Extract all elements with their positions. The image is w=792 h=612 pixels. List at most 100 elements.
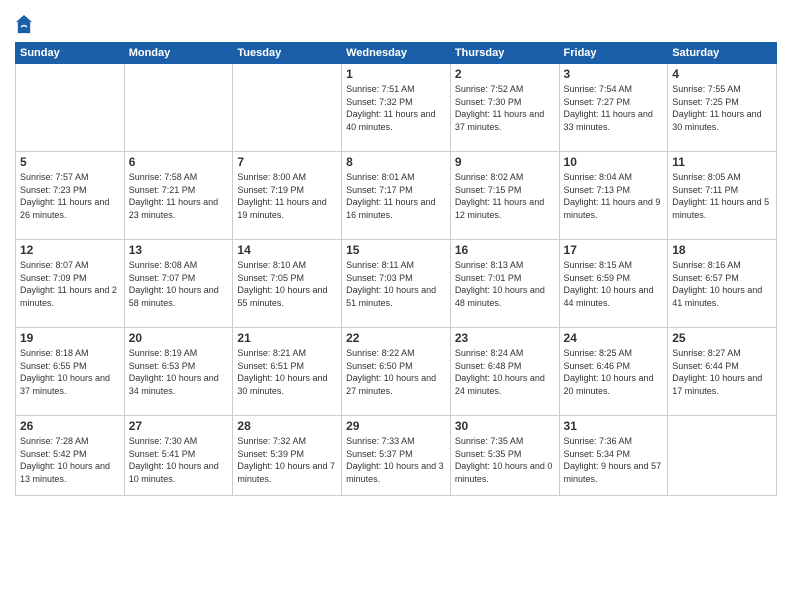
- calendar-cell: 26 Sunrise: 7:28 AM Sunset: 5:42 PM Dayli…: [16, 416, 125, 496]
- weekday-header: Friday: [559, 43, 668, 64]
- day-number: 2: [455, 67, 555, 81]
- day-info: Sunrise: 7:35 AM Sunset: 5:35 PM Dayligh…: [455, 435, 555, 485]
- calendar-cell: [124, 64, 233, 152]
- calendar-cell: 16 Sunrise: 8:13 AM Sunset: 7:01 PM Dayli…: [450, 240, 559, 328]
- day-info: Sunrise: 7:58 AM Sunset: 7:21 PM Dayligh…: [129, 171, 229, 221]
- calendar-cell: 18 Sunrise: 8:16 AM Sunset: 6:57 PM Dayli…: [668, 240, 777, 328]
- day-info: Sunrise: 7:33 AM Sunset: 5:37 PM Dayligh…: [346, 435, 446, 485]
- day-number: 3: [564, 67, 664, 81]
- weekday-header: Thursday: [450, 43, 559, 64]
- weekday-header: Wednesday: [342, 43, 451, 64]
- calendar-cell: 30 Sunrise: 7:35 AM Sunset: 5:35 PM Dayli…: [450, 416, 559, 496]
- day-number: 14: [237, 243, 337, 257]
- day-number: 6: [129, 155, 229, 169]
- calendar-cell: 23Sunrise: 8:24 AM Sunset: 6:48 PM Dayli…: [450, 328, 559, 416]
- day-info: Sunrise: 7:54 AM Sunset: 7:27 PM Dayligh…: [564, 83, 664, 133]
- day-info: Sunrise: 8:27 AM Sunset: 6:44 PM Dayligh…: [672, 347, 772, 397]
- calendar-cell: 1Sunrise: 7:51 AM Sunset: 7:32 PM Daylig…: [342, 64, 451, 152]
- calendar-cell: 8 Sunrise: 8:01 AM Sunset: 7:17 PM Daylig…: [342, 152, 451, 240]
- day-number: 5: [20, 155, 120, 169]
- calendar-week-row: 5 Sunrise: 7:57 AM Sunset: 7:23 PM Daylig…: [16, 152, 777, 240]
- day-number: 7: [237, 155, 337, 169]
- day-number: 11: [672, 155, 772, 169]
- day-info: Sunrise: 8:02 AM Sunset: 7:15 PM Dayligh…: [455, 171, 555, 221]
- calendar-cell: 29 Sunrise: 7:33 AM Sunset: 5:37 PM Dayli…: [342, 416, 451, 496]
- day-number: 30: [455, 419, 555, 433]
- calendar-cell: 20 Sunrise: 8:19 AM Sunset: 6:53 PM Dayli…: [124, 328, 233, 416]
- day-info: Sunrise: 7:30 AM Sunset: 5:41 PM Dayligh…: [129, 435, 229, 485]
- day-number: 17: [564, 243, 664, 257]
- page: SundayMondayTuesdayWednesdayThursdayFrid…: [0, 0, 792, 612]
- calendar-week-row: 26 Sunrise: 7:28 AM Sunset: 5:42 PM Dayli…: [16, 416, 777, 496]
- calendar-week-row: 1Sunrise: 7:51 AM Sunset: 7:32 PM Daylig…: [16, 64, 777, 152]
- calendar-cell: 22 Sunrise: 8:22 AM Sunset: 6:50 PM Dayli…: [342, 328, 451, 416]
- day-info: Sunrise: 8:13 AM Sunset: 7:01 PM Dayligh…: [455, 259, 555, 309]
- day-info: Sunrise: 8:04 AM Sunset: 7:13 PM Dayligh…: [564, 171, 664, 221]
- day-info: Sunrise: 8:08 AM Sunset: 7:07 PM Dayligh…: [129, 259, 229, 309]
- calendar-cell: 19Sunrise: 8:18 AM Sunset: 6:55 PM Dayli…: [16, 328, 125, 416]
- day-number: 23: [455, 331, 555, 345]
- day-number: 18: [672, 243, 772, 257]
- calendar-cell: 13 Sunrise: 8:08 AM Sunset: 7:07 PM Dayli…: [124, 240, 233, 328]
- day-info: Sunrise: 8:25 AM Sunset: 6:46 PM Dayligh…: [564, 347, 664, 397]
- calendar-week-row: 19Sunrise: 8:18 AM Sunset: 6:55 PM Dayli…: [16, 328, 777, 416]
- calendar-cell: 9 Sunrise: 8:02 AM Sunset: 7:15 PM Daylig…: [450, 152, 559, 240]
- day-info: Sunrise: 7:55 AM Sunset: 7:25 PM Dayligh…: [672, 83, 772, 133]
- day-number: 9: [455, 155, 555, 169]
- calendar-cell: [16, 64, 125, 152]
- day-info: Sunrise: 8:00 AM Sunset: 7:19 PM Dayligh…: [237, 171, 337, 221]
- weekday-header: Monday: [124, 43, 233, 64]
- day-number: 29: [346, 419, 446, 433]
- day-number: 22: [346, 331, 446, 345]
- calendar-cell: 17 Sunrise: 8:15 AM Sunset: 6:59 PM Dayli…: [559, 240, 668, 328]
- calendar-cell: 10Sunrise: 8:04 AM Sunset: 7:13 PM Dayli…: [559, 152, 668, 240]
- day-info: Sunrise: 8:21 AM Sunset: 6:51 PM Dayligh…: [237, 347, 337, 397]
- calendar-cell: 14Sunrise: 8:10 AM Sunset: 7:05 PM Dayli…: [233, 240, 342, 328]
- day-number: 27: [129, 419, 229, 433]
- day-info: Sunrise: 8:07 AM Sunset: 7:09 PM Dayligh…: [20, 259, 120, 309]
- day-info: Sunrise: 8:16 AM Sunset: 6:57 PM Dayligh…: [672, 259, 772, 309]
- calendar-cell: 7 Sunrise: 8:00 AM Sunset: 7:19 PM Daylig…: [233, 152, 342, 240]
- day-number: 16: [455, 243, 555, 257]
- day-info: Sunrise: 8:05 AM Sunset: 7:11 PM Dayligh…: [672, 171, 772, 221]
- day-info: Sunrise: 8:15 AM Sunset: 6:59 PM Dayligh…: [564, 259, 664, 309]
- calendar-cell: 3 Sunrise: 7:54 AM Sunset: 7:27 PM Daylig…: [559, 64, 668, 152]
- day-number: 21: [237, 331, 337, 345]
- day-info: Sunrise: 8:01 AM Sunset: 7:17 PM Dayligh…: [346, 171, 446, 221]
- day-info: Sunrise: 7:52 AM Sunset: 7:30 PM Dayligh…: [455, 83, 555, 133]
- calendar-cell: 25Sunrise: 8:27 AM Sunset: 6:44 PM Dayli…: [668, 328, 777, 416]
- day-number: 4: [672, 67, 772, 81]
- calendar-cell: [233, 64, 342, 152]
- day-info: Sunrise: 8:19 AM Sunset: 6:53 PM Dayligh…: [129, 347, 229, 397]
- day-info: Sunrise: 7:36 AM Sunset: 5:34 PM Dayligh…: [564, 435, 664, 485]
- day-number: 26: [20, 419, 120, 433]
- day-info: Sunrise: 7:57 AM Sunset: 7:23 PM Dayligh…: [20, 171, 120, 221]
- header: [15, 10, 777, 36]
- calendar-cell: 4 Sunrise: 7:55 AM Sunset: 7:25 PM Daylig…: [668, 64, 777, 152]
- calendar-cell: 6 Sunrise: 7:58 AM Sunset: 7:21 PM Daylig…: [124, 152, 233, 240]
- day-number: 8: [346, 155, 446, 169]
- calendar-week-row: 12 Sunrise: 8:07 AM Sunset: 7:09 PM Dayli…: [16, 240, 777, 328]
- day-info: Sunrise: 8:22 AM Sunset: 6:50 PM Dayligh…: [346, 347, 446, 397]
- day-number: 13: [129, 243, 229, 257]
- day-info: Sunrise: 7:28 AM Sunset: 5:42 PM Dayligh…: [20, 435, 120, 485]
- calendar-cell: 2 Sunrise: 7:52 AM Sunset: 7:30 PM Daylig…: [450, 64, 559, 152]
- calendar-cell: 28Sunrise: 7:32 AM Sunset: 5:39 PM Dayli…: [233, 416, 342, 496]
- weekday-header: Saturday: [668, 43, 777, 64]
- calendar-cell: 12 Sunrise: 8:07 AM Sunset: 7:09 PM Dayli…: [16, 240, 125, 328]
- calendar-cell: 27 Sunrise: 7:30 AM Sunset: 5:41 PM Dayli…: [124, 416, 233, 496]
- weekday-header-row: SundayMondayTuesdayWednesdayThursdayFrid…: [16, 43, 777, 64]
- day-number: 24: [564, 331, 664, 345]
- weekday-header: Sunday: [16, 43, 125, 64]
- logo: [15, 14, 35, 36]
- day-number: 15: [346, 243, 446, 257]
- day-number: 12: [20, 243, 120, 257]
- day-number: 20: [129, 331, 229, 345]
- calendar-cell: 11 Sunrise: 8:05 AM Sunset: 7:11 PM Dayli…: [668, 152, 777, 240]
- calendar-cell: 5 Sunrise: 7:57 AM Sunset: 7:23 PM Daylig…: [16, 152, 125, 240]
- day-info: Sunrise: 7:51 AM Sunset: 7:32 PM Dayligh…: [346, 83, 446, 133]
- day-info: Sunrise: 8:11 AM Sunset: 7:03 PM Dayligh…: [346, 259, 446, 309]
- logo-icon: [15, 14, 33, 36]
- weekday-header: Tuesday: [233, 43, 342, 64]
- calendar-cell: 15 Sunrise: 8:11 AM Sunset: 7:03 PM Dayli…: [342, 240, 451, 328]
